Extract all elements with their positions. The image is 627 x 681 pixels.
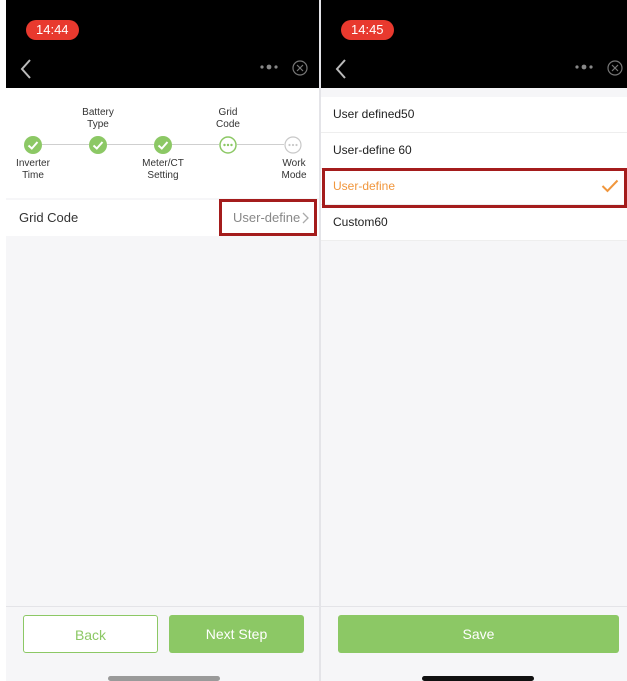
step-done-check-icon xyxy=(154,136,172,154)
bottom-action-bar: Save xyxy=(321,606,627,665)
more-dots-icon[interactable] xyxy=(573,62,595,72)
back-button[interactable]: Back xyxy=(23,615,158,653)
grid-setup-screen: 14:44 Inverter Time Battery Type Meter/C… xyxy=(6,0,319,681)
setup-steps: Inverter Time Battery Type Meter/CT Sett… xyxy=(6,88,319,198)
step-label-battery-type: Battery Type xyxy=(82,107,114,130)
status-time: 14:44 xyxy=(26,20,79,40)
step-label-work-mode: Work Mode xyxy=(281,158,307,181)
grid-code-option-user-defined50[interactable]: User defined50 xyxy=(321,97,627,133)
more-dots-icon[interactable] xyxy=(258,62,280,72)
status-bar: 14:44 xyxy=(6,0,319,88)
bottom-action-bar: Back Next Step xyxy=(6,606,319,665)
home-indicator xyxy=(108,676,220,681)
annotation-highlight-box xyxy=(322,168,627,208)
annotation-highlight-box xyxy=(219,199,317,236)
step-label-meter-ct-setting: Meter/CT Setting xyxy=(142,158,184,181)
screenshot-pair: 14:44 Inverter Time Battery Type Meter/C… xyxy=(0,0,627,681)
status-time: 14:45 xyxy=(341,20,394,40)
back-arrow-icon[interactable] xyxy=(335,58,347,80)
save-button[interactable]: Save xyxy=(338,615,619,653)
grid-code-option-user-define-60[interactable]: User-define 60 xyxy=(321,133,627,169)
home-indicator xyxy=(422,676,534,681)
next-step-button[interactable]: Next Step xyxy=(169,615,304,653)
option-label: Custom60 xyxy=(333,215,388,229)
step-label-inverter-time: Inverter Time xyxy=(16,158,50,181)
step-done-check-icon xyxy=(24,136,42,154)
step-pending-dots-icon xyxy=(284,136,302,154)
step-label-grid-code: Grid Code xyxy=(216,107,240,130)
option-label: User defined50 xyxy=(333,107,415,121)
step-connector xyxy=(107,144,154,145)
step-connector xyxy=(172,144,219,145)
step-current-dots-icon xyxy=(219,136,237,154)
close-circle-icon[interactable] xyxy=(292,60,308,76)
grid-code-label: Grid Code xyxy=(19,210,79,225)
step-connector xyxy=(42,144,89,145)
option-label: User-define 60 xyxy=(333,143,412,157)
step-done-check-icon xyxy=(89,136,107,154)
grid-code-selection-screen: 14:45 User defined50 User-define 60 User… xyxy=(321,0,627,681)
grid-code-option-custom60[interactable]: Custom60 xyxy=(321,205,627,241)
back-arrow-icon[interactable] xyxy=(20,58,32,80)
step-connector xyxy=(237,144,284,145)
status-bar: 14:45 xyxy=(321,0,627,88)
close-circle-icon[interactable] xyxy=(607,60,623,76)
